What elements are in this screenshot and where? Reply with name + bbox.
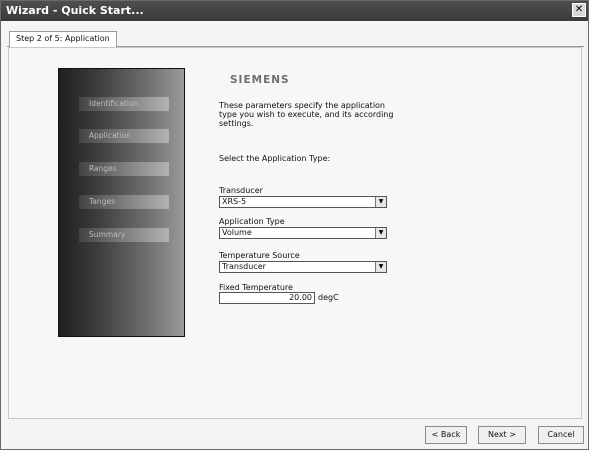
chevron-down-icon[interactable]: ▼: [375, 197, 386, 207]
transducer-label: Transducer: [219, 186, 263, 195]
next-button[interactable]: Next >: [478, 426, 526, 444]
back-button[interactable]: < Back: [425, 426, 467, 444]
transducer-value: XRS-5: [222, 197, 247, 206]
fixed-temperature-input[interactable]: 20.00: [219, 292, 315, 304]
close-icon[interactable]: ✕: [572, 3, 586, 17]
side-item-summary: Summary: [79, 228, 169, 242]
application-type-select[interactable]: Volume ▼: [219, 227, 387, 239]
wizard-window: Wizard - Quick Start... ✕ Step 2 of 5: A…: [0, 0, 589, 450]
title-bar: Wizard - Quick Start... ✕: [1, 1, 588, 21]
temperature-unit: degC: [318, 293, 339, 302]
side-item-ranges: Ranges: [79, 162, 169, 176]
temperature-source-select[interactable]: Transducer ▼: [219, 261, 387, 273]
side-item-application: Application: [79, 129, 169, 143]
tab-step-application[interactable]: Step 2 of 5: Application: [9, 31, 117, 47]
transducer-select[interactable]: XRS-5 ▼: [219, 196, 387, 208]
select-application-prompt: Select the Application Type:: [219, 154, 331, 163]
fixed-temperature-label: Fixed Temperature: [219, 283, 293, 292]
window-title: Wizard - Quick Start...: [6, 4, 144, 17]
application-type-value: Volume: [222, 228, 252, 237]
side-item-tanges: Tanges: [79, 195, 169, 209]
side-navigation-panel: Identification Application Ranges Tanges…: [58, 68, 185, 337]
temperature-source-label: Temperature Source: [219, 251, 300, 260]
chevron-down-icon[interactable]: ▼: [375, 228, 386, 238]
cancel-button[interactable]: Cancel: [538, 426, 584, 444]
tab-strip: Step 2 of 5: Application: [7, 28, 584, 47]
side-item-identification: Identification: [79, 97, 169, 111]
description-text: These parameters specify the application…: [219, 101, 394, 128]
siemens-logo: SIEMENS: [230, 74, 290, 86]
application-type-label: Application Type: [219, 217, 285, 226]
chevron-down-icon[interactable]: ▼: [375, 262, 386, 272]
temperature-source-value: Transducer: [222, 262, 266, 271]
